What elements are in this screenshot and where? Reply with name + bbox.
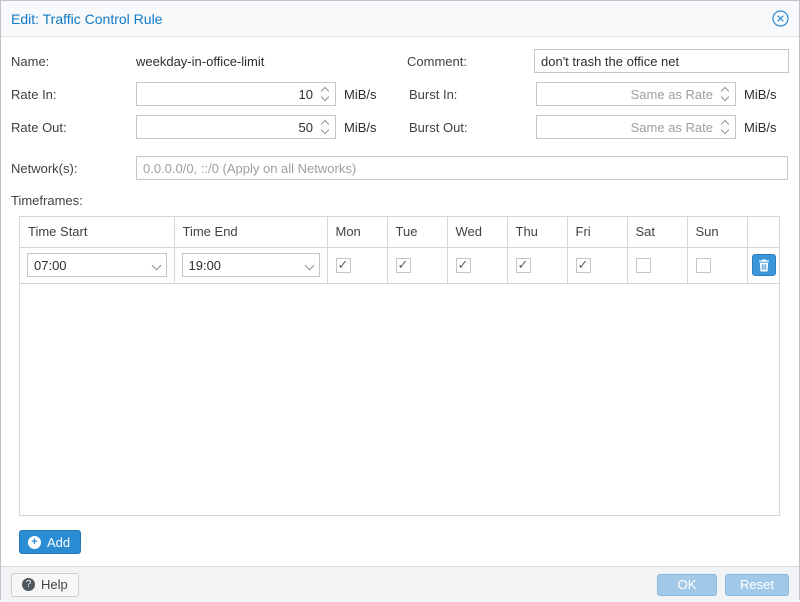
networks-label: Network(s): (11, 161, 136, 176)
col-header-mon: Mon (327, 217, 387, 247)
dialog-footer: ? Help OK Reset (1, 566, 799, 602)
name-label: Name: (11, 54, 136, 69)
chevron-up-icon[interactable] (321, 120, 329, 125)
add-plus-icon: + (28, 536, 41, 549)
table-row (20, 247, 779, 283)
rate-out-field[interactable] (137, 116, 335, 138)
delete-row-button[interactable] (752, 254, 776, 276)
rate-out-spinner (319, 116, 331, 138)
col-header-time-end: Time End (174, 217, 327, 247)
burst-in-spinner (719, 83, 731, 105)
burst-out-spinner (719, 116, 731, 138)
chevron-down-icon[interactable] (721, 130, 729, 135)
name-value: weekday-in-office-limit (136, 54, 264, 69)
rate-in-label: Rate In: (11, 87, 136, 102)
col-header-sat: Sat (627, 217, 687, 247)
rate-in-unit: MiB/s (344, 87, 377, 102)
chevron-up-icon[interactable] (321, 87, 329, 92)
dialog-body: Name: weekday-in-office-limit Comment: R… (1, 37, 799, 566)
reset-button[interactable]: Reset (725, 574, 789, 596)
tue-checkbox[interactable] (396, 258, 411, 273)
time-end-combo[interactable] (183, 258, 319, 273)
comment-label: Comment: (407, 54, 534, 69)
help-icon: ? (22, 578, 35, 591)
col-header-sun: Sun (687, 217, 747, 247)
trash-icon (758, 259, 770, 272)
help-button-label: Help (41, 577, 68, 592)
burst-out-label: Burst Out: (409, 120, 536, 135)
networks-field[interactable] (137, 157, 787, 179)
col-header-tue: Tue (387, 217, 447, 247)
thu-checkbox[interactable] (516, 258, 531, 273)
rate-out-unit: MiB/s (344, 120, 377, 135)
sun-checkbox[interactable] (696, 258, 711, 273)
edit-traffic-control-rule-dialog: Edit: Traffic Control Rule Name: weekday… (0, 0, 800, 600)
dialog-header: Edit: Traffic Control Rule (1, 1, 799, 37)
mon-checkbox[interactable] (336, 258, 351, 273)
ok-button[interactable]: OK (657, 574, 717, 596)
burst-out-unit: MiB/s (744, 120, 777, 135)
rate-in-spinner (319, 83, 331, 105)
burst-out-field[interactable] (537, 116, 735, 138)
add-row-container: + Add (19, 530, 789, 554)
rate-out-label: Rate Out: (11, 120, 136, 135)
add-button[interactable]: + Add (19, 530, 81, 554)
close-icon[interactable] (771, 10, 789, 28)
col-header-actions (747, 217, 779, 247)
rate-in-field[interactable] (137, 83, 335, 105)
burst-in-unit: MiB/s (744, 87, 777, 102)
row-rate-in-burst-in: Rate In: MiB/s Burst In: (11, 82, 789, 106)
chevron-down-icon[interactable] (721, 97, 729, 102)
col-header-wed: Wed (447, 217, 507, 247)
row-networks: Network(s): (11, 156, 789, 180)
col-header-time-start: Time Start (20, 217, 174, 247)
col-header-thu: Thu (507, 217, 567, 247)
comment-field[interactable] (535, 50, 788, 72)
chevron-up-icon[interactable] (721, 87, 729, 92)
dialog-title: Edit: Traffic Control Rule (11, 11, 162, 27)
burst-in-field[interactable] (537, 83, 735, 105)
help-button[interactable]: ? Help (11, 573, 79, 597)
burst-in-label: Burst In: (409, 87, 536, 102)
table-header-row: Time Start Time End Mon Tue Wed Thu Fri … (20, 217, 779, 247)
timeframes-table: Time Start Time End Mon Tue Wed Thu Fri … (19, 216, 780, 516)
fri-checkbox[interactable] (576, 258, 591, 273)
row-rate-out-burst-out: Rate Out: MiB/s Burst Out: (11, 115, 789, 139)
chevron-up-icon[interactable] (721, 120, 729, 125)
wed-checkbox[interactable] (456, 258, 471, 273)
col-header-fri: Fri (567, 217, 627, 247)
timeframes-label: Timeframes: (11, 193, 789, 208)
time-start-combo[interactable] (28, 258, 166, 273)
add-button-label: Add (47, 535, 70, 550)
chevron-down-icon[interactable] (321, 97, 329, 102)
row-name-comment: Name: weekday-in-office-limit Comment: (11, 49, 789, 73)
sat-checkbox[interactable] (636, 258, 651, 273)
chevron-down-icon[interactable] (321, 130, 329, 135)
